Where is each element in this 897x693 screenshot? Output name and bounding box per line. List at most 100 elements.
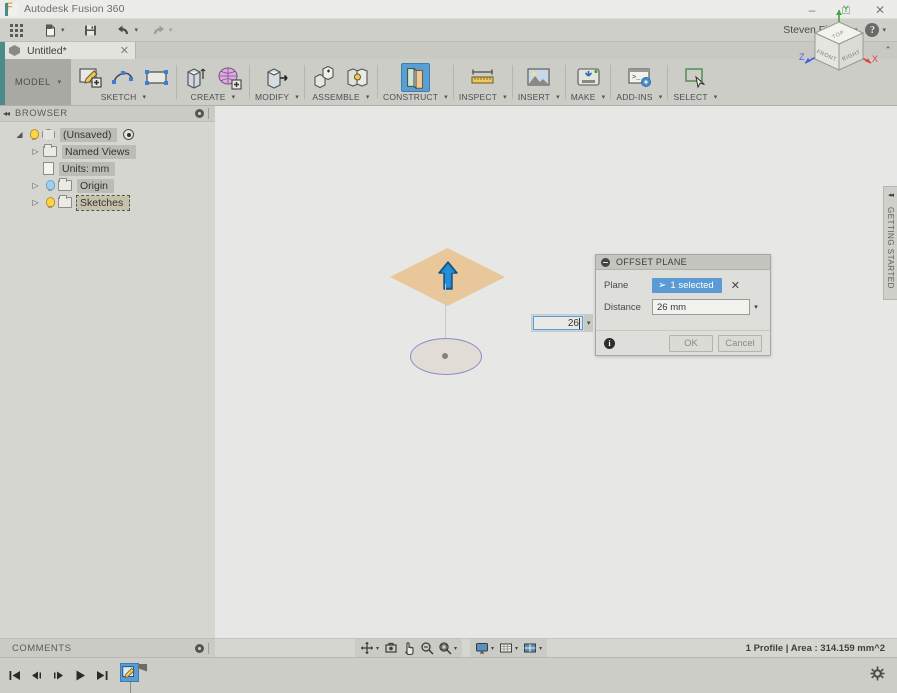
clear-selection-icon[interactable]: ✕ — [731, 279, 740, 292]
offset-direction-arrow-icon[interactable] — [437, 261, 459, 291]
timeline-feature-sketch[interactable] — [120, 662, 147, 693]
display-settings-caret-icon[interactable]: ▾ — [491, 645, 494, 652]
tree-item-units[interactable]: Units: mm — [0, 160, 215, 177]
ribbon-group-label-insert[interactable]: INSERT ▾ — [518, 91, 560, 103]
rectangle-icon[interactable] — [142, 63, 171, 92]
sketch-origin-point[interactable] — [442, 353, 448, 359]
dialog-header[interactable]: OFFSET PLANE — [596, 255, 770, 270]
ribbon-group-construct: CONSTRUCT ▾ — [378, 59, 453, 105]
spline-icon[interactable] — [109, 63, 138, 92]
zoom-window-icon[interactable] — [436, 640, 453, 656]
zoom-icon[interactable] — [418, 640, 435, 656]
distance-field-label: Distance — [604, 301, 641, 313]
scripts-addins-icon[interactable]: >_ — [625, 63, 654, 92]
plane-selection-button[interactable]: ➢ 1 selected — [652, 277, 722, 293]
viewports-icon[interactable] — [521, 640, 538, 656]
tree-item-origin[interactable]: ▷ Origin — [0, 177, 215, 194]
browser-collapse-icon[interactable]: ◂◂ — [3, 109, 10, 118]
visibility-bulb-icon[interactable] — [43, 179, 56, 192]
close-icon[interactable]: ✕ — [118, 44, 131, 57]
document-tab-untitled[interactable]: Untitled* ✕ — [5, 42, 136, 59]
browser-settings-icon[interactable] — [195, 109, 204, 118]
display-settings-icon[interactable] — [473, 640, 490, 656]
extrude-icon[interactable] — [182, 63, 211, 92]
view-cube[interactable]: Y Z X TOP FRONT RIGHT — [795, 0, 883, 88]
orbit-icon[interactable] — [358, 640, 375, 656]
grid-snaps-icon[interactable] — [497, 640, 514, 656]
getting-started-label: GETTING STARTED — [886, 207, 895, 289]
distance-input[interactable]: 26 mm — [652, 299, 750, 315]
expand-twisty-icon[interactable]: ◢ — [12, 130, 27, 139]
getting-started-collapse-icon[interactable]: ◂◂ — [888, 191, 894, 199]
ribbon-group-label-inspect[interactable]: INSPECT ▾ — [459, 91, 507, 103]
step-back-icon[interactable] — [29, 668, 44, 683]
ribbon-group-label-create[interactable]: CREATE ▾ — [191, 91, 236, 103]
activate-component-icon[interactable] — [123, 129, 135, 140]
status-message: 1 Profile | Area : 314.159 mm^2 — [745, 642, 885, 654]
tree-item-sketches[interactable]: ▷ Sketches — [0, 194, 215, 211]
pan-icon[interactable] — [400, 640, 417, 656]
expand-twisty-icon[interactable]: ▷ — [28, 198, 43, 207]
timeline-marker[interactable] — [138, 663, 147, 672]
viewports-caret-icon[interactable]: ▾ — [539, 645, 542, 652]
inline-dropdown-caret-icon[interactable]: ▾ — [587, 319, 591, 327]
info-icon[interactable]: i — [604, 337, 615, 349]
timeline-settings-icon[interactable] — [870, 666, 885, 686]
offset-plane-dialog[interactable]: OFFSET PLANE Plane ➢ 1 selected ✕ Distan… — [595, 254, 771, 356]
ribbon-group-label-modify[interactable]: MODIFY ▾ — [255, 91, 299, 103]
zoom-window-caret-icon[interactable]: ▾ — [454, 645, 457, 652]
new-component-icon[interactable] — [310, 63, 339, 92]
redo-button[interactable]: ▾ — [147, 20, 176, 41]
ribbon-group-addins: >_ ADD-INS ▾ — [611, 59, 667, 105]
press-pull-icon[interactable] — [262, 63, 291, 92]
step-forward-icon[interactable] — [51, 668, 66, 683]
grid-snaps-caret-icon[interactable]: ▾ — [515, 645, 518, 652]
cancel-button[interactable]: Cancel — [718, 334, 762, 352]
select-window-icon[interactable] — [681, 63, 710, 92]
inline-distance-input-group[interactable]: 26 ▾ — [531, 314, 593, 332]
inline-distance-input[interactable]: 26 — [532, 315, 584, 331]
ribbon-group-label-addins[interactable]: ADD-INS ▾ — [616, 91, 662, 103]
3d-canvas[interactable]: 26 ▾ — [215, 106, 897, 638]
undo-button[interactable]: ▾ — [113, 20, 142, 41]
offset-plane-icon[interactable] — [400, 63, 430, 92]
svg-text:Y: Y — [843, 4, 849, 14]
distance-dropdown-caret-icon[interactable]: ▾ — [750, 299, 762, 315]
expand-twisty-icon[interactable]: ▷ — [28, 147, 43, 156]
insert-image-icon[interactable] — [524, 63, 553, 92]
joint-icon[interactable] — [343, 63, 372, 92]
panel-grip[interactable] — [208, 108, 212, 119]
modify-icon-row — [262, 59, 291, 91]
look-at-icon[interactable] — [382, 640, 399, 656]
workspace-selector[interactable]: MODEL ▾ — [5, 59, 71, 105]
mesh-create-icon[interactable] — [215, 63, 244, 92]
panel-grip[interactable] — [208, 642, 212, 654]
app-grid-button[interactable] — [2, 20, 26, 41]
tree-item-named-views[interactable]: ▷ Named Views — [0, 143, 215, 160]
play-icon[interactable] — [73, 668, 88, 683]
tree-item-unsaved[interactable]: ◢ (Unsaved) — [0, 126, 215, 143]
visibility-bulb-icon[interactable] — [43, 196, 56, 209]
orbit-caret-icon[interactable]: ▾ — [376, 645, 379, 652]
dialog-menu-icon[interactable] — [601, 257, 610, 267]
ribbon-group-label-assemble[interactable]: ASSEMBLE ▾ — [312, 91, 369, 103]
getting-started-panel-tab[interactable]: ◂◂ GETTING STARTED — [883, 186, 897, 300]
visibility-bulb-icon[interactable] — [27, 128, 40, 141]
ribbon-group-label-select[interactable]: SELECT ▾ — [673, 91, 717, 103]
ok-button[interactable]: OK — [669, 334, 713, 352]
comments-panel[interactable]: COMMENTS — [0, 638, 215, 657]
go-to-end-icon[interactable] — [95, 668, 110, 683]
expand-twisty-icon[interactable]: ▷ — [28, 181, 43, 190]
new-file-button[interactable]: ▾ — [40, 20, 68, 41]
create-sketch-icon[interactable] — [76, 63, 105, 92]
dialog-row-distance: Distance 26 mm ▾ — [604, 298, 762, 316]
go-to-beginning-icon[interactable] — [7, 668, 22, 683]
measure-icon[interactable] — [468, 63, 497, 92]
comments-settings-icon[interactable] — [195, 643, 204, 653]
ribbon-group-label-sketch[interactable]: SKETCH ▾ — [101, 91, 146, 103]
save-button[interactable] — [80, 20, 101, 41]
comments-title: COMMENTS — [12, 642, 72, 654]
ribbon-group-label-make[interactable]: MAKE ▾ — [571, 91, 606, 103]
3d-print-icon[interactable] — [574, 63, 603, 92]
browser-header: ◂◂ BROWSER — [0, 106, 215, 122]
